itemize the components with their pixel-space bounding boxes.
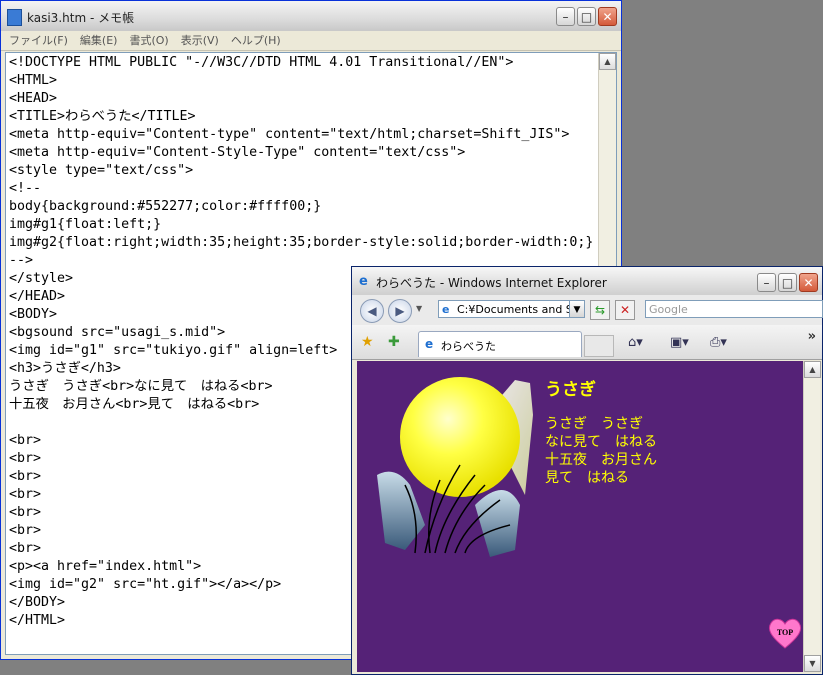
tab-warabeuta[interactable]: e わらべうた [418, 331, 582, 357]
print-icon[interactable]: ⎙▾ [710, 335, 727, 350]
page-heading: うさぎ [545, 380, 596, 400]
browser-maximize-button[interactable]: □ [778, 273, 797, 292]
browser-window: e わらべうた - Windows Internet Explorer – □ … [351, 266, 823, 675]
menu-edit[interactable]: 編集(E) [80, 31, 118, 50]
menu-help[interactable]: ヘルプ(H) [231, 31, 281, 50]
search-input[interactable]: Google [645, 300, 823, 318]
tab-page-icon: e [425, 337, 434, 351]
notepad-menu-bar: ファイル(F) 編集(E) 書式(O) 表示(V) ヘルプ(H) [1, 31, 621, 51]
scroll-up-button[interactable]: ▲ [599, 53, 616, 70]
browser-vertical-scrollbar[interactable]: ▲ ▼ [803, 361, 821, 672]
page-icon: e [442, 303, 450, 316]
moon-night-image [377, 377, 533, 557]
forward-button[interactable]: ▶ [388, 299, 412, 323]
top-link-label: TOP [777, 628, 793, 637]
tab-label: わらべうた [441, 340, 496, 353]
browser-title-bar[interactable]: e わらべうた - Windows Internet Explorer – □ … [352, 267, 822, 296]
browser-close-button[interactable]: ✕ [799, 273, 818, 292]
browser-scroll-up-button[interactable]: ▲ [804, 361, 821, 378]
maximize-button[interactable]: □ [577, 7, 596, 26]
close-button[interactable]: ✕ [598, 7, 617, 26]
address-dropdown-button[interactable]: ▼ [569, 300, 585, 318]
notepad-title: kasi3.htm - メモ帳 [27, 11, 135, 25]
page-content: うさぎ うさぎ うさぎ なに見て はねる 十五夜 お月さん 見て はねる TOP [357, 361, 804, 672]
new-tab-button[interactable] [584, 335, 614, 357]
verse-line: 見て はねる [545, 470, 629, 486]
refresh-icon[interactable]: ⇆ [590, 300, 610, 320]
ie-logo-icon: e [359, 274, 368, 289]
add-favorite-icon[interactable]: ✚ [388, 334, 400, 350]
verse-line: うさぎ うさぎ [545, 416, 643, 432]
tab-bar: ★ ✚ e わらべうた ⌂▾ ▣▾ ⎙▾ » [352, 325, 822, 360]
minimize-button[interactable]: – [556, 7, 575, 26]
address-text: C:¥Documents and S [457, 303, 573, 316]
top-heart-link[interactable]: TOP [766, 614, 804, 652]
notepad-icon [7, 9, 22, 26]
verse-text: うさぎ うさぎ なに見て はねる 十五夜 お月さん 見て はねる [545, 415, 657, 487]
stop-icon[interactable]: ✕ [615, 300, 635, 320]
feeds-icon[interactable]: ▣▾ [670, 335, 689, 350]
notepad-title-bar[interactable]: kasi3.htm - メモ帳 – □ ✕ [1, 1, 621, 32]
home-icon[interactable]: ⌂▾ [628, 335, 643, 350]
address-bar[interactable]: e C:¥Documents and S [438, 300, 584, 318]
menu-view[interactable]: 表示(V) [181, 31, 219, 50]
favorites-star-icon[interactable]: ★ [361, 334, 374, 350]
verse-line: なに見て はねる [545, 434, 657, 450]
back-button[interactable]: ◀ [360, 299, 384, 323]
verse-line: 十五夜 お月さん [545, 452, 657, 468]
history-dropdown-icon[interactable]: ▼ [416, 304, 422, 313]
browser-minimize-button[interactable]: – [757, 273, 776, 292]
navigation-bar: ◀ ▶ ▼ e C:¥Documents and S ▼ ⇆ ✕ Google [352, 295, 823, 325]
menu-file[interactable]: ファイル(F) [9, 31, 68, 50]
browser-title: わらべうた - Windows Internet Explorer [376, 276, 607, 290]
browser-scroll-down-button[interactable]: ▼ [804, 655, 821, 672]
more-tools-chevron-icon[interactable]: » [808, 329, 816, 344]
menu-format[interactable]: 書式(O) [129, 31, 168, 50]
